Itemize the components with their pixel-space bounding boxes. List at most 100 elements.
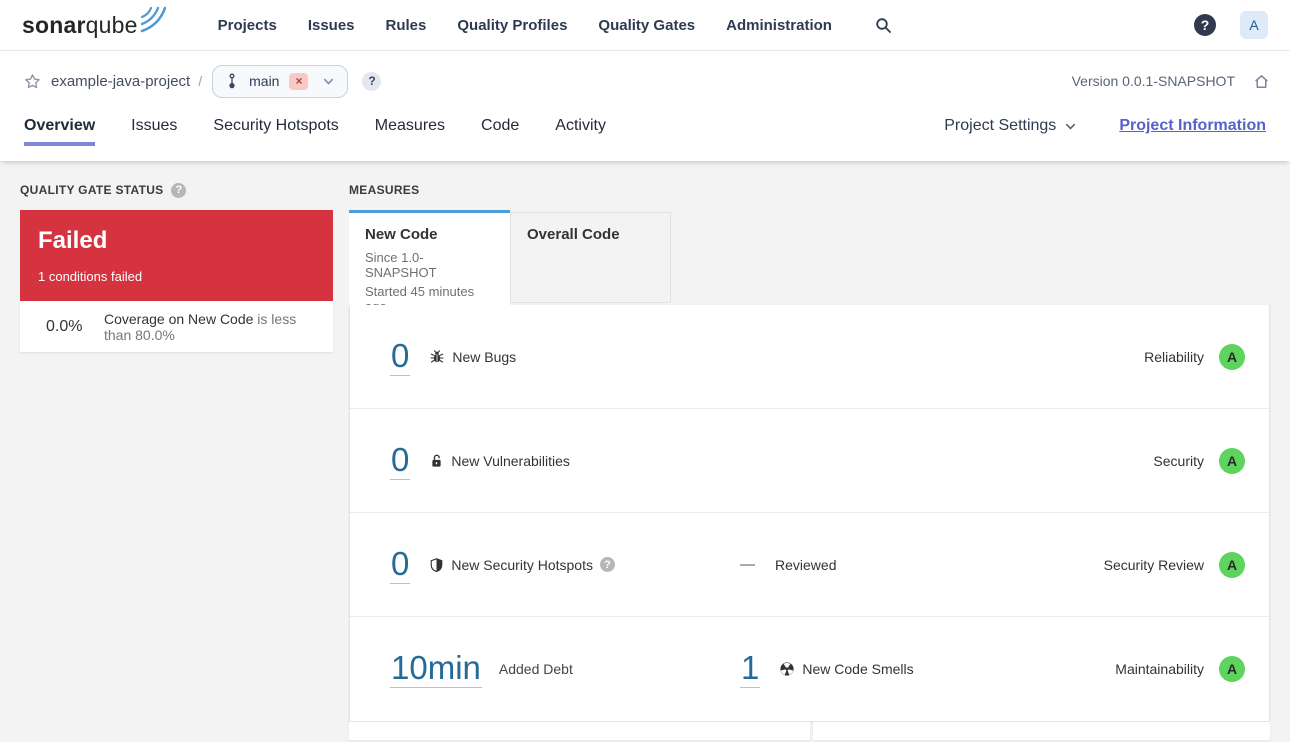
branch-failed-badge[interactable]: × xyxy=(289,72,309,90)
project-header: example-java-project / main × ? Version … xyxy=(0,51,1290,161)
measure-row-left: 10min Added Debt xyxy=(390,650,740,688)
tab-overview[interactable]: Overview xyxy=(24,117,95,146)
logo-text-qube: qube xyxy=(85,12,138,38)
nav-item-administration[interactable]: Administration xyxy=(726,17,832,34)
help-icon[interactable]: ? xyxy=(1194,14,1216,36)
quality-gate-panel: QUALITY GATE STATUS ? Failed 1 condition… xyxy=(20,182,333,740)
measure-row-right: Security A xyxy=(1153,447,1245,474)
measure-row-right: Reliability A xyxy=(1144,343,1245,370)
measure-row-reliability: 0 New Bugs Reliability A xyxy=(350,305,1269,409)
branch-selector[interactable]: main × xyxy=(212,64,349,98)
reviewed-dash: — xyxy=(740,556,755,573)
added-debt-label: Added Debt xyxy=(498,661,573,677)
branch-name: main xyxy=(249,73,280,89)
reliability-label: Reliability xyxy=(1144,348,1204,365)
new-bugs-count[interactable]: 0 xyxy=(390,337,411,376)
project-settings-menu[interactable]: Project Settings xyxy=(944,117,1077,135)
breadcrumb-separator: / xyxy=(198,73,203,89)
condition-value: 0.0% xyxy=(46,317,83,335)
quality-gate-conditions-summary: 1 conditions failed xyxy=(38,269,143,284)
nav-item-quality-profiles[interactable]: Quality Profiles xyxy=(457,17,567,34)
condition-metric-link[interactable]: Coverage on New Code xyxy=(104,311,253,327)
nav-item-rules[interactable]: Rules xyxy=(386,17,427,34)
measures-tabs: New Code Since 1.0-SNAPSHOT Started 45 m… xyxy=(349,210,1270,314)
measures-title: MEASURES xyxy=(349,183,420,197)
code-smells-group: 1 New Code Smells xyxy=(740,650,914,688)
hotspots-help-icon[interactable]: ? xyxy=(599,557,615,572)
measure-row-security: 0 New Vulnerabilities Security A xyxy=(350,409,1269,513)
project-settings-label: Project Settings xyxy=(944,117,1057,134)
quality-gate-title-row: QUALITY GATE STATUS ? xyxy=(20,182,333,198)
code-smell-icon xyxy=(779,661,795,677)
branch-help-icon[interactable]: ? xyxy=(362,71,382,91)
tab-code[interactable]: Code xyxy=(481,117,519,146)
tab-issues[interactable]: Issues xyxy=(131,117,177,146)
security-rating-badge[interactable]: A xyxy=(1219,447,1245,474)
security-review-rating-badge[interactable]: A xyxy=(1219,551,1245,578)
chevron-down-icon xyxy=(322,75,335,88)
bug-icon xyxy=(429,349,445,365)
next-section-partial xyxy=(349,722,1270,740)
quality-gate-status-banner: Failed 1 conditions failed xyxy=(20,210,333,301)
sonarqube-logo[interactable]: sonarqube xyxy=(22,6,166,40)
shield-icon xyxy=(429,557,444,573)
measures-title-row: MEASURES xyxy=(349,183,1270,197)
logo-text: sonarqube xyxy=(22,10,138,40)
tab-measures[interactable]: Measures xyxy=(375,117,445,146)
search-icon[interactable] xyxy=(875,17,892,34)
failed-condition-row[interactable]: 0.0% Coverage on New Code is less than 8… xyxy=(20,301,333,352)
nav-item-issues[interactable]: Issues xyxy=(308,17,355,34)
new-bugs-label: New Bugs xyxy=(452,348,517,365)
reliability-rating-badge[interactable]: A xyxy=(1219,343,1245,370)
quality-gate-status: Failed xyxy=(38,227,108,254)
measure-row-left: 0 New Vulnerabilities xyxy=(390,441,740,480)
measure-row-right: Security Review A xyxy=(1103,551,1245,578)
new-vulnerabilities-label: New Vulnerabilities xyxy=(451,452,570,469)
tab-activity[interactable]: Activity xyxy=(555,117,606,146)
project-tabs: Overview Issues Security Hotspots Measur… xyxy=(0,103,1290,161)
lock-icon xyxy=(429,453,444,469)
new-code-tab-label: New Code xyxy=(365,226,438,243)
measure-row-maintainability: 10min Added Debt 1 New Code Smells Maint… xyxy=(350,617,1269,721)
maintainability-label: Maintainability xyxy=(1115,661,1204,677)
nav-item-projects[interactable]: Projects xyxy=(218,17,277,34)
new-vulnerabilities-count[interactable]: 0 xyxy=(390,441,411,480)
added-debt-value[interactable]: 10min xyxy=(390,650,482,688)
tab-new-code[interactable]: New Code Since 1.0-SNAPSHOT Started 45 m… xyxy=(349,210,510,314)
top-navbar: sonarqube Projects Issues Rules Quality … xyxy=(0,0,1290,51)
measures-panel: MEASURES New Code Since 1.0-SNAPSHOT Sta… xyxy=(349,183,1270,740)
chevron-down-icon xyxy=(1066,123,1076,130)
tab-security-hotspots[interactable]: Security Hotspots xyxy=(213,117,338,146)
home-icon[interactable] xyxy=(1253,73,1270,90)
duplications-card-partial xyxy=(813,722,1270,740)
main-navigation: Projects Issues Rules Quality Profiles Q… xyxy=(218,17,863,34)
security-review-label: Security Review xyxy=(1103,556,1204,573)
quality-gate-title: QUALITY GATE STATUS xyxy=(20,183,164,197)
project-information-link[interactable]: Project Information xyxy=(1119,117,1266,135)
coverage-card-partial xyxy=(349,722,810,740)
measure-row-left: 0 New Bugs xyxy=(390,337,740,376)
reviewed-label: Reviewed xyxy=(775,556,837,573)
security-label: Security xyxy=(1153,452,1204,469)
logo-text-sonar: sonar xyxy=(22,12,86,38)
favorite-star-icon[interactable] xyxy=(24,73,41,90)
maintainability-rating-badge[interactable]: A xyxy=(1219,656,1245,682)
breadcrumb: example-java-project / main × ? Version … xyxy=(0,51,1290,103)
quality-gate-help-icon[interactable]: ? xyxy=(171,182,187,198)
avatar[interactable]: A xyxy=(1240,11,1268,39)
version-label: Version 0.0.1-SNAPSHOT xyxy=(1071,73,1235,89)
new-security-hotspots-label: New Security Hotspots xyxy=(451,556,593,573)
overview-content: QUALITY GATE STATUS ? Failed 1 condition… xyxy=(0,161,1290,740)
tab-overall-code[interactable]: Overall Code xyxy=(510,212,671,303)
measure-row-left: 0 New Security Hotspots ? xyxy=(390,545,740,584)
new-code-smells-count[interactable]: 1 xyxy=(740,650,761,688)
new-code-smells-label: New Code Smells xyxy=(802,661,914,677)
new-security-hotspots-count[interactable]: 0 xyxy=(390,545,411,584)
breadcrumb-project-name[interactable]: example-java-project xyxy=(51,73,190,90)
nav-item-quality-gates[interactable]: Quality Gates xyxy=(598,17,695,34)
condition-text: Coverage on New Code is less than 80.0% xyxy=(104,311,314,343)
measure-row-security-review: 0 New Security Hotspots ? — Reviewed Sec… xyxy=(350,513,1269,617)
measure-row-right: Maintainability A xyxy=(1115,656,1245,682)
sonar-waves-icon xyxy=(140,6,166,38)
overall-code-tab-label: Overall Code xyxy=(527,226,620,243)
